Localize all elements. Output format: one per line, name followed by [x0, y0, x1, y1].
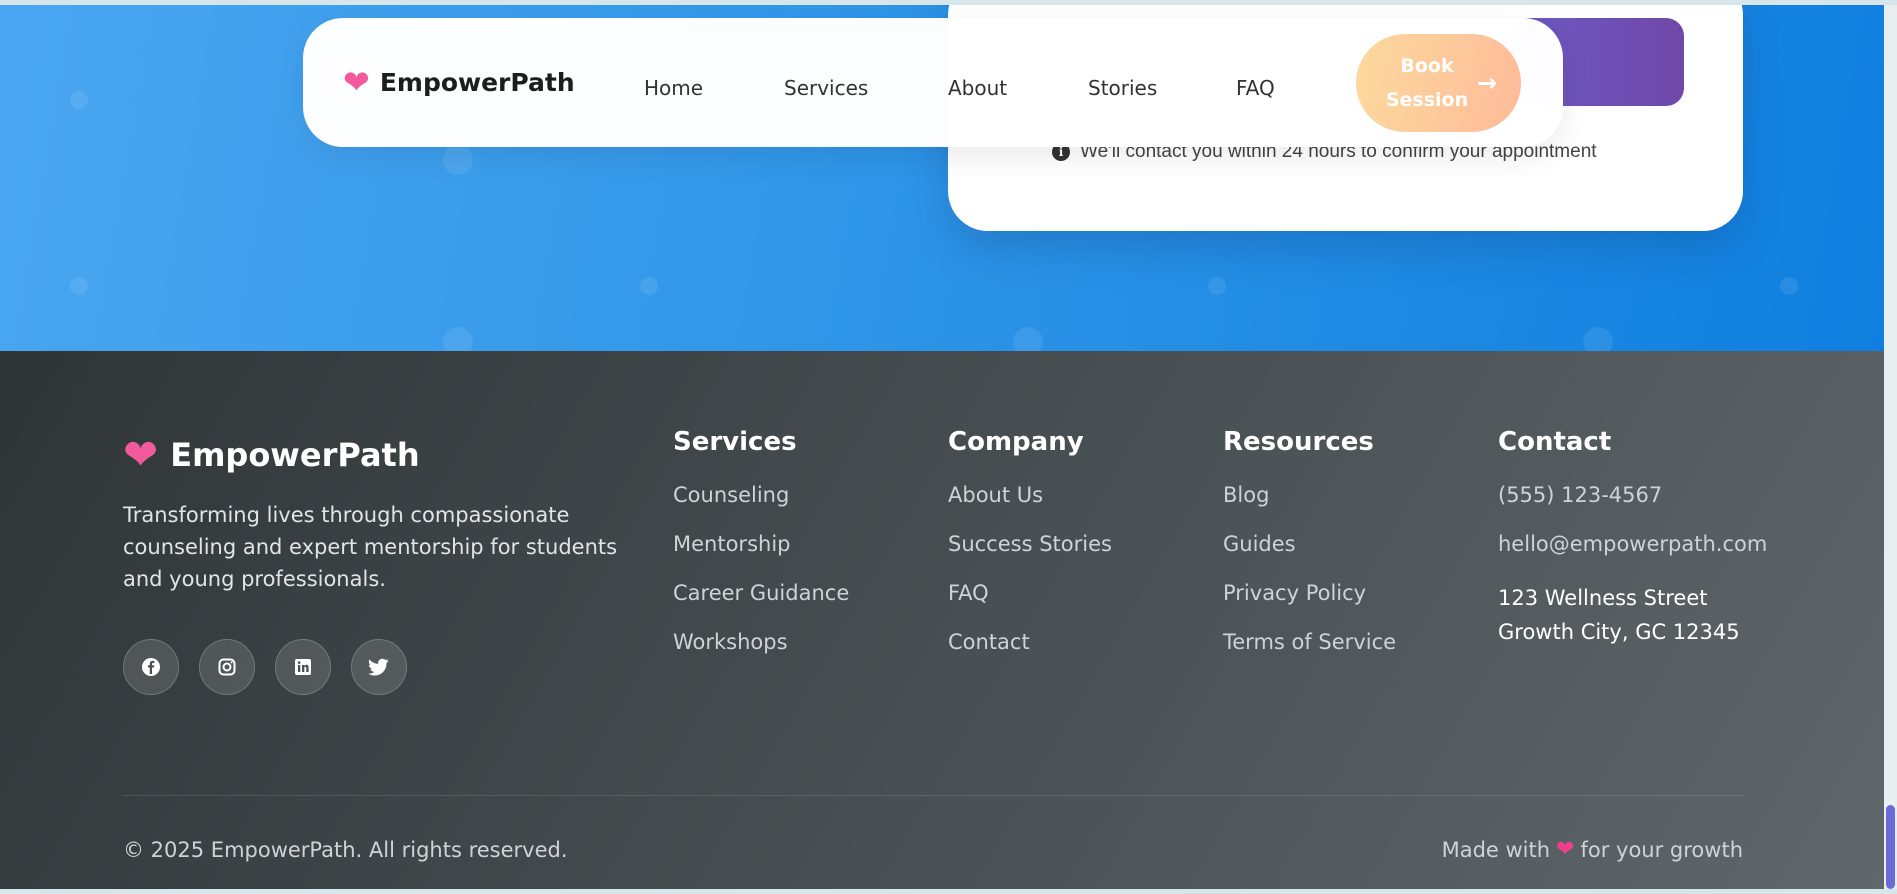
nav-link-stories[interactable]: Stories [1088, 76, 1157, 100]
heart-icon: ❤ [343, 63, 370, 101]
footer-link-privacy-policy[interactable]: Privacy Policy [1223, 581, 1396, 630]
brand-name: EmpowerPath [379, 67, 575, 97]
decor-dot [70, 277, 88, 295]
footer-link-mentorship[interactable]: Mentorship [673, 532, 849, 581]
facebook-icon [142, 658, 160, 676]
decor-dot [1013, 327, 1043, 351]
footer-link-counseling[interactable]: Counseling [673, 483, 849, 532]
footer-link-contact[interactable]: Contact [948, 630, 1112, 679]
footer-link-success-stories[interactable]: Success Stories [948, 532, 1112, 581]
decor-dot [443, 327, 473, 351]
address-line-2: Growth City, GC 12345 [1498, 620, 1740, 644]
instagram-icon [218, 658, 236, 676]
decor-dot [1780, 277, 1798, 295]
contact-address: 123 Wellness Street Growth City, GC 1234… [1498, 581, 1767, 649]
footer-tagline: Transforming lives through compassionate… [123, 503, 618, 591]
nav-link-services[interactable]: Services [784, 76, 868, 100]
linkedin-link[interactable] [275, 639, 331, 695]
linkedin-icon [295, 659, 311, 675]
footer-link-faq[interactable]: FAQ [948, 581, 1112, 630]
decor-dot [70, 91, 88, 109]
footer-heading-services: Services [673, 427, 797, 457]
footer-column-company: Company About Us Success Stories FAQ Con… [948, 427, 1112, 679]
decor-dot [443, 145, 473, 175]
footer-brand-name: EmpowerPath [170, 436, 420, 474]
made-with-text: Made with ❤ for your growth [1442, 838, 1743, 862]
heart-icon: ❤ [123, 430, 159, 479]
page-viewport: i We'll contact you within 24 hours to c… [0, 5, 1884, 889]
footer-link-workshops[interactable]: Workshops [673, 630, 849, 679]
address-line-1: 123 Wellness Street [1498, 586, 1708, 610]
book-session-button[interactable]: Book Session → [1356, 34, 1521, 132]
heart-icon: ❤ [1556, 837, 1575, 862]
twitter-icon [368, 658, 389, 676]
footer-link-career-guidance[interactable]: Career Guidance [673, 581, 849, 630]
footer-link-terms-of-service[interactable]: Terms of Service [1223, 630, 1396, 679]
arrow-right-icon: → [1477, 69, 1498, 97]
footer-link-about-us[interactable]: About Us [948, 483, 1112, 532]
nav-logo[interactable]: ❤ EmpowerPath [343, 66, 575, 98]
site-footer: ❤ EmpowerPath Transforming lives through… [0, 351, 1884, 889]
footer-column-contact: Contact (555) 123-4567 hello@empowerpath… [1498, 427, 1767, 649]
made-with-prefix: Made with [1441, 838, 1551, 862]
footer-heading-contact: Contact [1498, 427, 1612, 457]
footer-heading-resources: Resources [1223, 427, 1374, 457]
twitter-link[interactable] [351, 639, 407, 695]
contact-email[interactable]: hello@empowerpath.com [1498, 532, 1767, 581]
footer-link-guides[interactable]: Guides [1223, 532, 1396, 581]
footer-column-resources: Resources Blog Guides Privacy Policy Ter… [1223, 427, 1396, 679]
copyright-text: © 2025 EmpowerPath. All rights reserved. [123, 838, 568, 862]
scrollbar-thumb[interactable] [1886, 805, 1895, 889]
contact-phone[interactable]: (555) 123-4567 [1498, 483, 1767, 532]
footer-link-blog[interactable]: Blog [1223, 483, 1396, 532]
made-with-suffix: for your growth [1580, 838, 1743, 862]
decor-dot [1583, 327, 1613, 351]
footer-logo[interactable]: ❤ EmpowerPath [123, 434, 420, 476]
decor-dot [1208, 277, 1226, 295]
page-scrollbar[interactable] [1884, 5, 1897, 889]
footer-divider [123, 795, 1743, 796]
nav-link-faq[interactable]: FAQ [1236, 76, 1275, 100]
navbar: ❤ EmpowerPath Home Services About Storie… [303, 18, 1563, 147]
decor-dot [640, 277, 658, 295]
footer-column-services: Services Counseling Mentorship Career Gu… [673, 427, 849, 679]
instagram-link[interactable] [199, 639, 255, 695]
nav-link-home[interactable]: Home [644, 76, 703, 100]
nav-link-about[interactable]: About [948, 76, 1007, 100]
footer-heading-company: Company [948, 427, 1084, 457]
facebook-link[interactable] [123, 639, 179, 695]
social-links [123, 639, 407, 695]
book-session-label: Book Session [1385, 55, 1469, 111]
